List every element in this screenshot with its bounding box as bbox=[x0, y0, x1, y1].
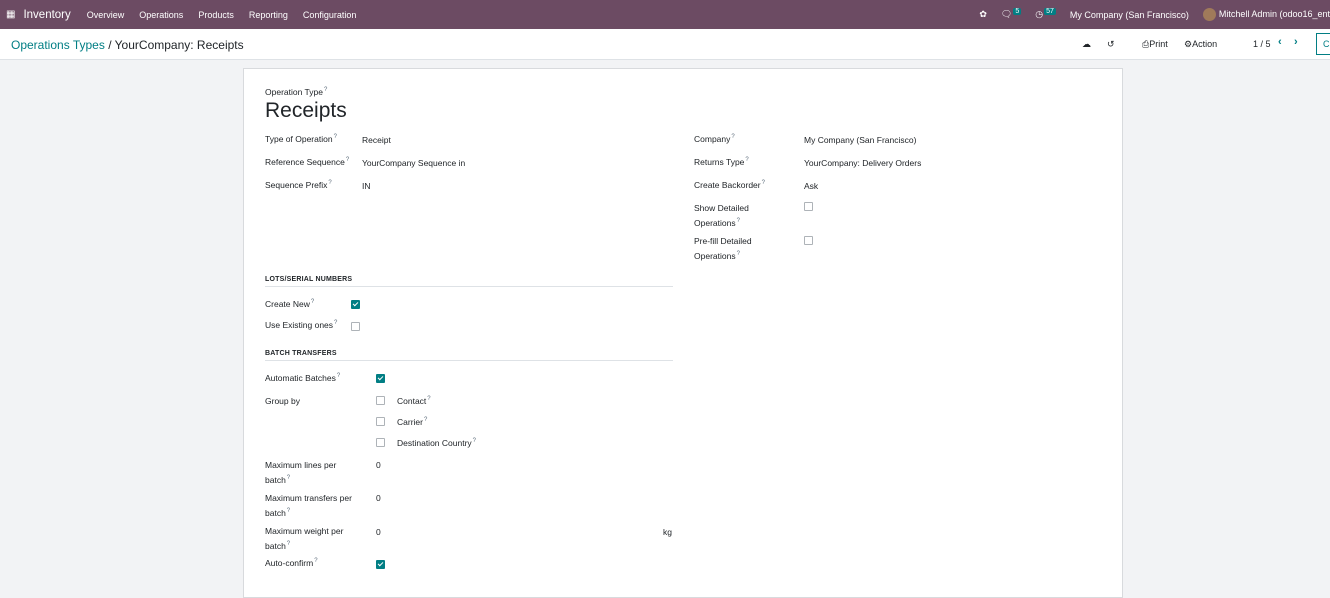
company-switcher[interactable]: My Company (San Francisco) bbox=[1070, 10, 1189, 20]
company-field[interactable]: My Company (San Francisco) bbox=[804, 135, 916, 145]
prefill-detailed-operations-label: Pre-fill Detailed Operations? bbox=[694, 236, 752, 261]
max-lines-label: Maximum lines per batch? bbox=[265, 460, 337, 485]
show-detailed-operations-label: Show Detailed Operations? bbox=[694, 203, 749, 228]
breadcrumb-current: YourCompany: Receipts bbox=[114, 38, 244, 52]
save-cloud-icon[interactable]: ☁ bbox=[1082, 39, 1091, 50]
auto-confirm-checkbox[interactable] bbox=[376, 560, 385, 569]
create-new-label: Create New? bbox=[265, 299, 315, 309]
gear-icon: ⚙ bbox=[1184, 39, 1193, 49]
top-navbar: ▦ Inventory Overview Operations Products… bbox=[0, 0, 1330, 29]
discard-undo-icon[interactable]: ↺ bbox=[1107, 39, 1115, 50]
user-menu[interactable]: Mitchell Admin (odoo16_ent bbox=[1202, 8, 1330, 21]
chevron-left-icon[interactable]: ‹ bbox=[1278, 36, 1282, 48]
activities-badge: 57 bbox=[1044, 8, 1056, 15]
control-panel: Operations Types / YourCompany: Receipts… bbox=[0, 29, 1330, 60]
menu-products[interactable]: Products bbox=[198, 10, 234, 20]
breadcrumb: Operations Types / YourCompany: Receipts bbox=[11, 38, 244, 52]
company-label: Company? bbox=[694, 134, 735, 144]
returns-type-label: Returns Type? bbox=[694, 157, 749, 167]
group-by-destination-country-checkbox[interactable] bbox=[376, 438, 385, 447]
user-name: Mitchell Admin (odoo16_ent bbox=[1218, 8, 1330, 19]
grid-icon[interactable]: ▦ bbox=[6, 9, 15, 20]
activities-button[interactable]: ◷ 57 bbox=[1035, 8, 1056, 20]
menu-configuration[interactable]: Configuration bbox=[303, 10, 357, 20]
group-by-carrier-label: Carrier? bbox=[397, 417, 428, 427]
max-weight-input[interactable]: 0 bbox=[376, 527, 381, 537]
show-detailed-operations-checkbox[interactable] bbox=[804, 202, 813, 211]
weight-unit: kg bbox=[663, 527, 672, 537]
automatic-batches-label: Automatic Batches? bbox=[265, 373, 341, 383]
app-name[interactable]: Inventory bbox=[23, 9, 70, 21]
use-existing-checkbox[interactable] bbox=[351, 322, 360, 331]
action-button[interactable]: ⚙Action bbox=[1184, 39, 1217, 50]
messages-button[interactable]: 🗨 5 bbox=[1000, 8, 1022, 20]
create-backorder-field[interactable]: Ask bbox=[804, 181, 818, 191]
group-by-label: Group by bbox=[265, 396, 300, 406]
breadcrumb-operations-types[interactable]: Operations Types bbox=[11, 38, 105, 52]
group-by-destination-country-label: Destination Country? bbox=[397, 438, 476, 448]
print-label: Print bbox=[1149, 39, 1168, 49]
new-button[interactable]: Cr bbox=[1316, 33, 1330, 55]
form-sheet: Operation Type? Receipts Type of Operati… bbox=[243, 68, 1123, 598]
sequence-prefix-field[interactable]: IN bbox=[362, 181, 371, 191]
messages-badge: 5 bbox=[1013, 8, 1022, 15]
create-backorder-label: Create Backorder? bbox=[694, 180, 765, 190]
reference-sequence-field[interactable]: YourCompany Sequence in bbox=[362, 158, 465, 168]
group-by-contact-label: Contact? bbox=[397, 396, 431, 406]
max-transfers-label: Maximum transfers per batch? bbox=[265, 493, 352, 518]
create-new-checkbox[interactable] bbox=[351, 300, 360, 309]
print-button[interactable]: ⎙Print bbox=[1142, 39, 1168, 50]
type-of-operation-label: Type of Operation? bbox=[265, 134, 337, 144]
automatic-batches-checkbox[interactable] bbox=[376, 374, 385, 383]
lots-section-header: LOTS/SERIAL NUMBERS bbox=[265, 276, 353, 283]
reference-sequence-label: Reference Sequence? bbox=[265, 157, 350, 167]
max-transfers-input[interactable]: 0 bbox=[376, 493, 381, 503]
app-switcher[interactable]: ▦ Inventory bbox=[6, 9, 71, 21]
avatar bbox=[1202, 8, 1216, 21]
prefill-detailed-operations-checkbox[interactable] bbox=[804, 236, 813, 245]
title-input[interactable]: Receipts bbox=[265, 99, 347, 123]
divider bbox=[265, 286, 673, 287]
group-by-contact-checkbox[interactable] bbox=[376, 396, 385, 405]
auto-confirm-label: Auto-confirm? bbox=[265, 558, 318, 568]
title-label: Operation Type? bbox=[265, 87, 328, 97]
sequence-prefix-label: Sequence Prefix? bbox=[265, 180, 332, 190]
max-weight-label: Maximum weight per batch? bbox=[265, 526, 344, 551]
use-existing-label: Use Existing ones? bbox=[265, 320, 338, 330]
action-label: Action bbox=[1192, 39, 1218, 49]
max-lines-input[interactable]: 0 bbox=[376, 460, 381, 470]
chat-icon: 🗨 bbox=[1000, 9, 1013, 19]
group-by-carrier-checkbox[interactable] bbox=[376, 417, 385, 426]
divider bbox=[265, 360, 673, 361]
batch-section-header: BATCH TRANSFERS bbox=[265, 350, 337, 357]
clock-icon: ◷ bbox=[1035, 9, 1044, 19]
pager-value[interactable]: 1 / 5 bbox=[1253, 39, 1271, 49]
debug-bug-icon[interactable]: ✿ bbox=[979, 9, 987, 20]
menu-reporting[interactable]: Reporting bbox=[249, 10, 288, 20]
menu-overview[interactable]: Overview bbox=[87, 10, 125, 20]
menu-operations[interactable]: Operations bbox=[139, 10, 183, 20]
breadcrumb-separator: / bbox=[108, 38, 112, 52]
type-of-operation-field[interactable]: Receipt bbox=[362, 135, 391, 145]
chevron-right-icon[interactable]: › bbox=[1294, 36, 1298, 48]
returns-type-field[interactable]: YourCompany: Delivery Orders bbox=[804, 158, 921, 168]
